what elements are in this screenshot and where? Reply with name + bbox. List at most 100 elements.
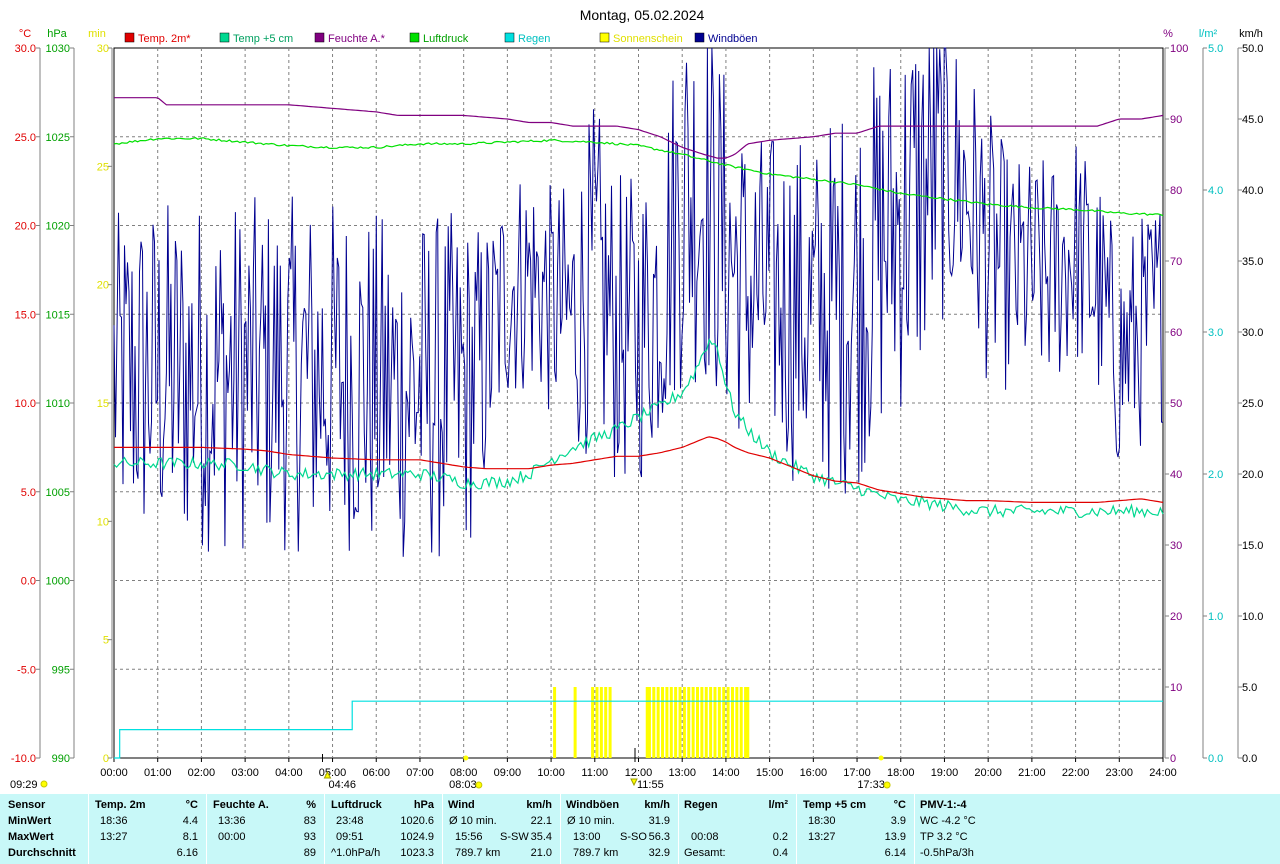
- marker-dot: [463, 755, 469, 761]
- sunshine-bar: [687, 687, 691, 758]
- temp-axis-tick-label: 30.0: [15, 43, 36, 55]
- legend-item: Windböen: [694, 32, 758, 45]
- sunshine-bar: [735, 687, 739, 758]
- x-tick-label: 00:00: [100, 767, 128, 779]
- wind-axis-tick-label: 10.0: [1242, 611, 1263, 623]
- marker-dot: [878, 755, 884, 761]
- temp5cm-title: Temp +5 cm: [803, 799, 867, 811]
- stats-label-min: MinWert: [8, 815, 52, 827]
- rain-axis-tick-label: 0.0: [1208, 753, 1223, 765]
- sunshine-bar: [656, 687, 660, 758]
- x-tick-label: 15:00: [756, 767, 784, 779]
- x-tick-label: 14:00: [712, 767, 740, 779]
- pressure-axis-tick-label: 1000: [46, 576, 70, 588]
- temp2m-unit: °C: [185, 799, 198, 811]
- x-tick-label: 17:00: [843, 767, 871, 779]
- sunshine-axis-tick-label: 0: [103, 753, 109, 765]
- x-tick-label: 08:00: [450, 767, 478, 779]
- temp2m-avg: 6.16: [176, 847, 198, 859]
- temp2m-min: 4.4: [182, 815, 198, 827]
- wind-unit: km/h: [526, 799, 552, 811]
- humidity-axis-tick-label: 30: [1170, 540, 1182, 552]
- stats-pmv: PMV-1:-4 WC -4.2 °C TP 3.2 °C -0.5hPa/3h: [914, 794, 1280, 864]
- pressure-max-time: 09:51: [336, 831, 364, 843]
- x-tick-label: 22:00: [1062, 767, 1090, 779]
- gusts-title: Windböen: [566, 799, 620, 811]
- sunshine-axis-tick-label: 10: [97, 516, 109, 528]
- sunshine-bar: [591, 687, 595, 758]
- marker-label: 11:55: [637, 779, 664, 791]
- wind-axis-tick-label: 35.0: [1242, 256, 1263, 268]
- wind-axis-tick-label: 15.0: [1242, 540, 1263, 552]
- rain-axis-tick-label: 2.0: [1208, 469, 1223, 481]
- wind-axis-tick-label: 30.0: [1242, 327, 1263, 339]
- x-tick-label: 10:00: [537, 767, 565, 779]
- sunshine-bar: [665, 687, 669, 758]
- marker-label: 08:03: [449, 779, 477, 791]
- legend-item: Temp +5 cm: [219, 32, 293, 45]
- stats-wind: Wind km/h Ø 10 min. 22.1 15:56 S-SW 35.4…: [442, 794, 561, 864]
- x-tick-label: 09:00: [494, 767, 522, 779]
- stats-label-avg: Durchschnitt: [8, 847, 76, 859]
- sunshine-axis-tick-label: 15: [97, 398, 109, 410]
- x-tick-label: 05:00: [319, 767, 347, 779]
- temp-axis-tick-label: -5.0: [17, 664, 36, 676]
- pmv-title: PMV-1:-4: [920, 799, 967, 811]
- x-tick-label: 06:00: [362, 767, 390, 779]
- humidity-unit: %: [306, 799, 316, 811]
- temp-axis-tick-label: 15.0: [15, 309, 36, 321]
- sunshine-bar: [608, 687, 612, 758]
- temp-axis-tick-label: 20.0: [15, 221, 36, 233]
- legend-label: Windböen: [708, 33, 758, 45]
- wind-axis-tick-label: 5.0: [1242, 682, 1257, 694]
- annotation-day-length: 09:29: [10, 779, 48, 791]
- sunshine-bar: [709, 687, 713, 758]
- sunshine-bar: [553, 687, 557, 758]
- wind-axis-tick-label: 45.0: [1242, 114, 1263, 126]
- rain-max-time: 00:08: [691, 831, 719, 843]
- statistics-table: Sensor MinWert MaxWert Durchschnitt Temp…: [0, 794, 1280, 864]
- x-tick-label: 23:00: [1106, 767, 1134, 779]
- legend-label: Temp +5 cm: [233, 33, 293, 45]
- stats-row-labels: Sensor MinWert MaxWert Durchschnitt: [0, 794, 89, 864]
- pressure-trend: ^1.0hPa/h: [331, 847, 381, 859]
- stats-label-max: MaxWert: [8, 831, 54, 843]
- pressure-axis-tick-label: 1015: [46, 309, 70, 321]
- sunshine-axis-unit: min: [88, 28, 106, 40]
- x-tick-label: 01:00: [144, 767, 172, 779]
- wind-max-time: 15:56: [455, 831, 483, 843]
- sunshine-bar: [573, 687, 577, 758]
- sunshine-bar: [739, 687, 743, 758]
- sunshine-bar: [669, 687, 673, 758]
- sunshine-bar: [682, 687, 686, 758]
- weather-chart: Montag, 05.02.2024 Temp. 2m* Temp +5 cm Fe…: [10, 7, 1263, 791]
- legend-item: Feuchte A.*: [314, 32, 386, 45]
- x-tick-label: 11:00: [581, 767, 608, 779]
- humidity-min-time: 13:36: [218, 815, 246, 827]
- humidity-max: 93: [303, 831, 316, 843]
- sunshine-bar: [730, 687, 734, 758]
- sun-icon: [475, 781, 483, 789]
- sunshine-bar: [599, 687, 603, 758]
- gusts-avg10-label: Ø 10 min.: [567, 815, 615, 827]
- legend-label: Sonnenschein: [613, 33, 683, 45]
- temp2m-min-time: 18:36: [100, 815, 128, 827]
- stats-pressure: Luftdruck hPa 23:48 1020.6 09:51 1024.9 …: [324, 794, 443, 864]
- humidity-axis-tick-label: 70: [1170, 256, 1182, 268]
- rain-axis-unit: l/m²: [1199, 28, 1218, 40]
- wind-max-dir: S-SW: [500, 831, 529, 843]
- wind-axis-tick-label: 0.0: [1242, 753, 1257, 765]
- legend-item: Sonnenschein: [599, 32, 683, 45]
- wind-title: Wind: [448, 799, 475, 811]
- temp2m-max: 8.1: [182, 831, 198, 843]
- humidity-title: Feuchte A.: [213, 799, 269, 811]
- legend-item: Regen: [504, 32, 550, 45]
- x-tick-label: 02:00: [188, 767, 216, 779]
- wind-axis-tick-label: 50.0: [1242, 43, 1263, 55]
- humidity-axis-tick-label: 50: [1170, 398, 1182, 410]
- gusts-unit: km/h: [644, 799, 670, 811]
- temp-axis-tick-label: 10.0: [15, 398, 36, 410]
- legend-label: Luftdruck: [423, 33, 469, 45]
- sunshine-axis-tick-label: 20: [97, 280, 109, 292]
- temp5cm-min: 3.9: [890, 815, 906, 827]
